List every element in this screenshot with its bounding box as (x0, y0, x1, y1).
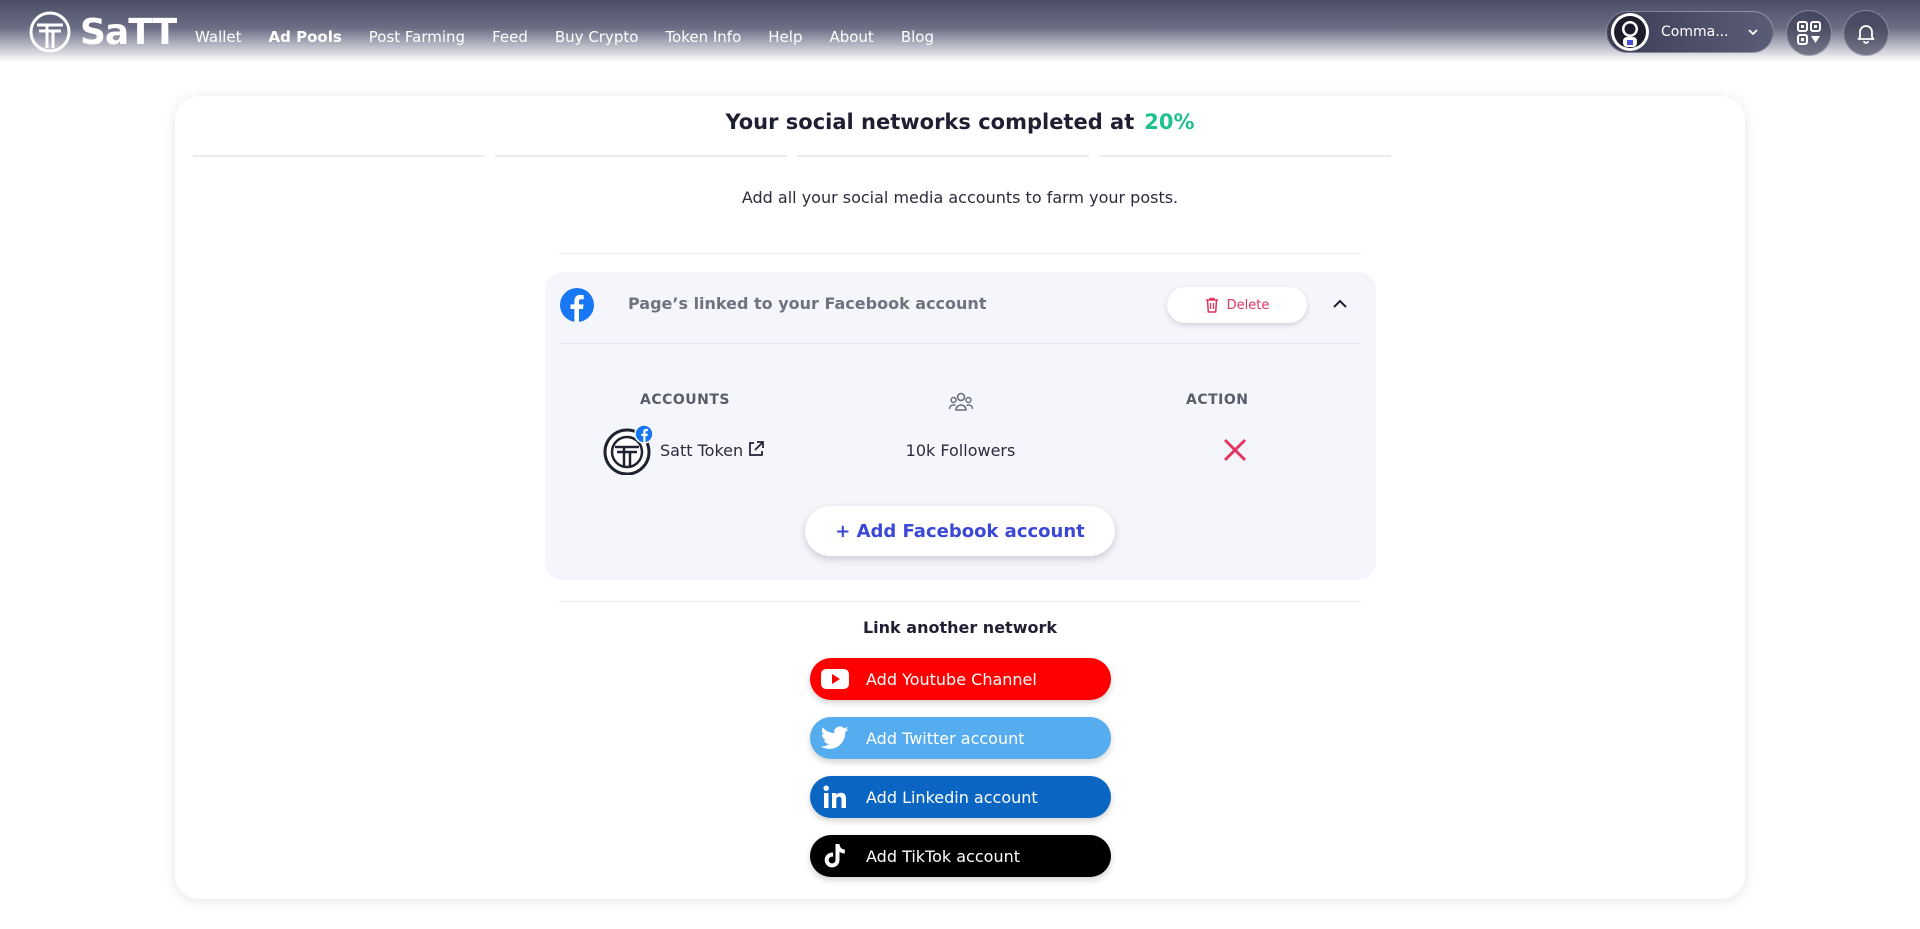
nav-item-ad-pools[interactable]: Ad Pools (269, 28, 342, 46)
user-menu[interactable]: Comma... (1606, 11, 1774, 53)
progress-segment-2 (495, 155, 787, 157)
link-another-network-heading: Link another network (862, 618, 1057, 637)
add-tiktok-button[interactable]: Add TikTok account (810, 835, 1111, 877)
youtube-icon (820, 664, 850, 694)
avatar (1611, 13, 1649, 51)
followers-count: 10k Followers (905, 441, 1016, 460)
nav-item-post-farming[interactable]: Post Farming (369, 28, 465, 46)
bell-icon (1857, 25, 1875, 44)
tiktok-icon (820, 841, 850, 871)
add-linkedin-label: Add Linkedin account (866, 787, 1038, 807)
add-tiktok-label: Add TikTok account (866, 846, 1020, 866)
add-twitter-label: Add Twitter account (866, 728, 1025, 748)
completion-percent: 20% (1144, 110, 1195, 134)
linkedin-icon (820, 782, 850, 812)
add-youtube-button[interactable]: Add Youtube Channel (810, 658, 1111, 700)
main-nav: Wallet Ad Pools Post Farming Feed Buy Cr… (195, 28, 934, 46)
notifications-button[interactable] (1843, 10, 1889, 56)
add-linkedin-button[interactable]: Add Linkedin account (810, 776, 1111, 818)
twitter-icon (820, 723, 850, 753)
nav-item-feed[interactable]: Feed (492, 28, 528, 46)
top-navigation-bar: SaTT Wallet Ad Pools Post Farming Feed B… (0, 0, 1920, 62)
divider (559, 253, 1361, 254)
nav-item-help[interactable]: Help (768, 28, 802, 46)
chevron-down-icon (1748, 29, 1758, 36)
nav-item-buy-crypto[interactable]: Buy Crypto (555, 28, 639, 46)
progress-segment-1 (193, 155, 485, 157)
chevron-up-icon[interactable] (1330, 294, 1350, 314)
social-networks-card: Your social networks completed at 20% Add… (175, 96, 1745, 899)
delete-button[interactable]: Delete (1167, 287, 1307, 323)
add-facebook-account-button[interactable]: + Add Facebook account (805, 506, 1115, 556)
user-name: Comma... (1661, 24, 1729, 40)
qr-code-icon (1797, 21, 1821, 45)
progress-segment-3 (797, 155, 1089, 157)
qr-code-button[interactable] (1786, 10, 1832, 56)
page-title-text: Your social networks completed at (725, 110, 1135, 134)
divider (559, 601, 1361, 602)
nav-item-blog[interactable]: Blog (901, 28, 934, 46)
facebook-icon (560, 288, 594, 322)
page-title: Your social networks completed at 20% (175, 110, 1745, 134)
brand-name: SaTT (80, 11, 177, 53)
progress-segment-4 (1099, 155, 1391, 157)
satt-logo-icon (29, 11, 71, 53)
accounts-column-header: ACCOUNTS (640, 392, 731, 408)
nav-item-token-info[interactable]: Token Info (665, 28, 741, 46)
action-column-header: ACTION (1186, 392, 1249, 408)
users-icon (948, 392, 974, 411)
divider (559, 343, 1362, 344)
satt-logo[interactable]: SaTT (28, 10, 177, 54)
astronaut-avatar-icon (1614, 16, 1646, 48)
remove-account-icon[interactable] (1222, 437, 1248, 463)
trash-icon (1205, 297, 1218, 313)
delete-label: Delete (1226, 297, 1270, 313)
facebook-accounts-panel: Page’s linked to your Facebook account D… (545, 272, 1376, 580)
add-twitter-button[interactable]: Add Twitter account (810, 717, 1111, 759)
page-subtitle: Add all your social media accounts to fa… (741, 188, 1179, 207)
nav-item-about[interactable]: About (829, 28, 873, 46)
nav-item-wallet[interactable]: Wallet (195, 28, 242, 46)
facebook-heading: Page’s linked to your Facebook account (628, 294, 987, 313)
add-youtube-label: Add Youtube Channel (866, 669, 1037, 689)
